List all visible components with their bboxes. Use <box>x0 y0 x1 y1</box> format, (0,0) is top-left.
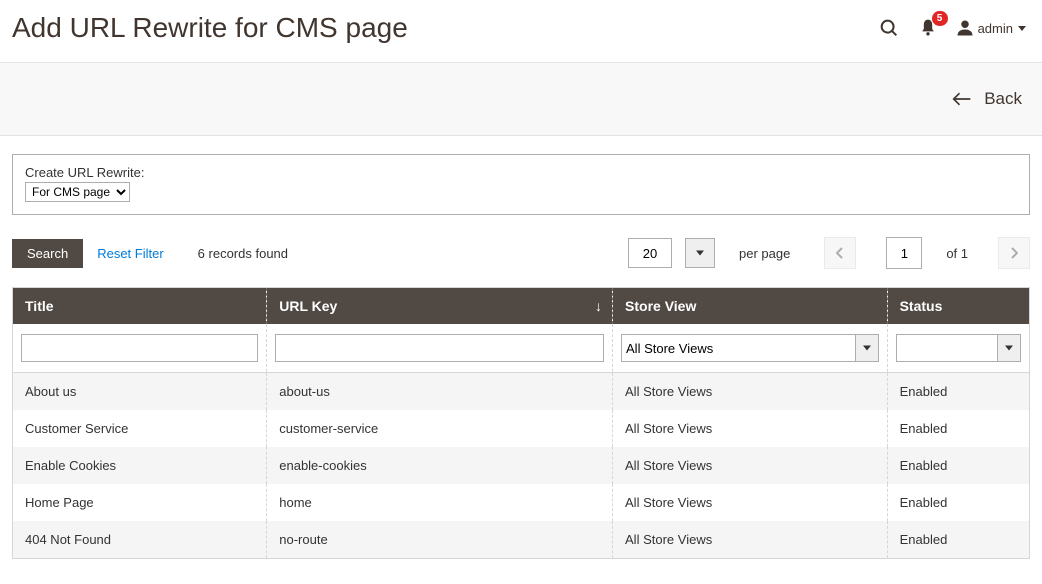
per-page-dropdown[interactable] <box>685 238 715 268</box>
next-page-button[interactable] <box>998 237 1030 269</box>
cms-page-table: Title URL Key↓ Store View Status All Sto… <box>12 287 1030 559</box>
per-page-label: per page <box>739 246 790 261</box>
filter-title-input[interactable] <box>21 334 258 362</box>
col-header-status[interactable]: Status <box>887 288 1029 325</box>
admin-menu[interactable]: admin <box>956 19 1026 37</box>
cell-store-view: All Store Views <box>613 447 888 484</box>
page-title: Add URL Rewrite for CMS page <box>12 12 878 44</box>
chevron-down-icon <box>1018 26 1026 31</box>
notifications-icon[interactable]: 5 <box>918 18 938 38</box>
cell-store-view: All Store Views <box>613 410 888 447</box>
page-total-label: of 1 <box>946 246 968 261</box>
page-input[interactable] <box>886 237 922 269</box>
table-row[interactable]: Home PagehomeAll Store ViewsEnabled <box>13 484 1030 521</box>
cell-url-key: about-us <box>267 373 613 411</box>
cell-status: Enabled <box>887 484 1029 521</box>
cell-url-key: enable-cookies <box>267 447 613 484</box>
cell-url-key: customer-service <box>267 410 613 447</box>
cell-status: Enabled <box>887 410 1029 447</box>
create-url-rewrite-box: Create URL Rewrite: For CMS page <box>12 154 1030 215</box>
per-page-input[interactable] <box>628 238 672 268</box>
cell-store-view: All Store Views <box>613 373 888 411</box>
filter-storeview-select[interactable]: All Store Views <box>621 334 879 362</box>
search-button[interactable]: Search <box>12 239 83 268</box>
cell-status: Enabled <box>887 521 1029 559</box>
cell-title: Home Page <box>13 484 267 521</box>
table-row[interactable]: About usabout-usAll Store ViewsEnabled <box>13 373 1030 411</box>
admin-label: admin <box>978 21 1013 36</box>
col-header-url-key[interactable]: URL Key↓ <box>267 288 613 325</box>
table-row[interactable]: 404 Not Foundno-routeAll Store ViewsEnab… <box>13 521 1030 559</box>
cell-url-key: home <box>267 484 613 521</box>
prev-page-button[interactable] <box>824 237 856 269</box>
back-button[interactable]: Back <box>952 89 1022 109</box>
back-button-label: Back <box>984 89 1022 109</box>
cell-title: About us <box>13 373 267 411</box>
cell-status: Enabled <box>887 447 1029 484</box>
cell-title: Enable Cookies <box>13 447 267 484</box>
filter-urlkey-input[interactable] <box>275 334 604 362</box>
table-row[interactable]: Enable Cookiesenable-cookiesAll Store Vi… <box>13 447 1030 484</box>
cell-title: 404 Not Found <box>13 521 267 559</box>
cell-status: Enabled <box>887 373 1029 411</box>
cell-url-key: no-route <box>267 521 613 559</box>
records-found: 6 records found <box>198 246 288 261</box>
filter-status-select[interactable] <box>896 334 1021 362</box>
cell-store-view: All Store Views <box>613 484 888 521</box>
col-header-store-view[interactable]: Store View <box>613 288 888 325</box>
table-row[interactable]: Customer Servicecustomer-serviceAll Stor… <box>13 410 1030 447</box>
reset-filter-link[interactable]: Reset Filter <box>97 246 163 261</box>
cell-store-view: All Store Views <box>613 521 888 559</box>
create-label: Create URL Rewrite: <box>25 165 1017 180</box>
cell-title: Customer Service <box>13 410 267 447</box>
search-icon[interactable] <box>878 17 900 39</box>
create-type-select[interactable]: For CMS page <box>25 182 130 202</box>
col-header-title[interactable]: Title <box>13 288 267 325</box>
notification-badge: 5 <box>932 11 948 26</box>
sort-desc-icon: ↓ <box>595 298 602 314</box>
